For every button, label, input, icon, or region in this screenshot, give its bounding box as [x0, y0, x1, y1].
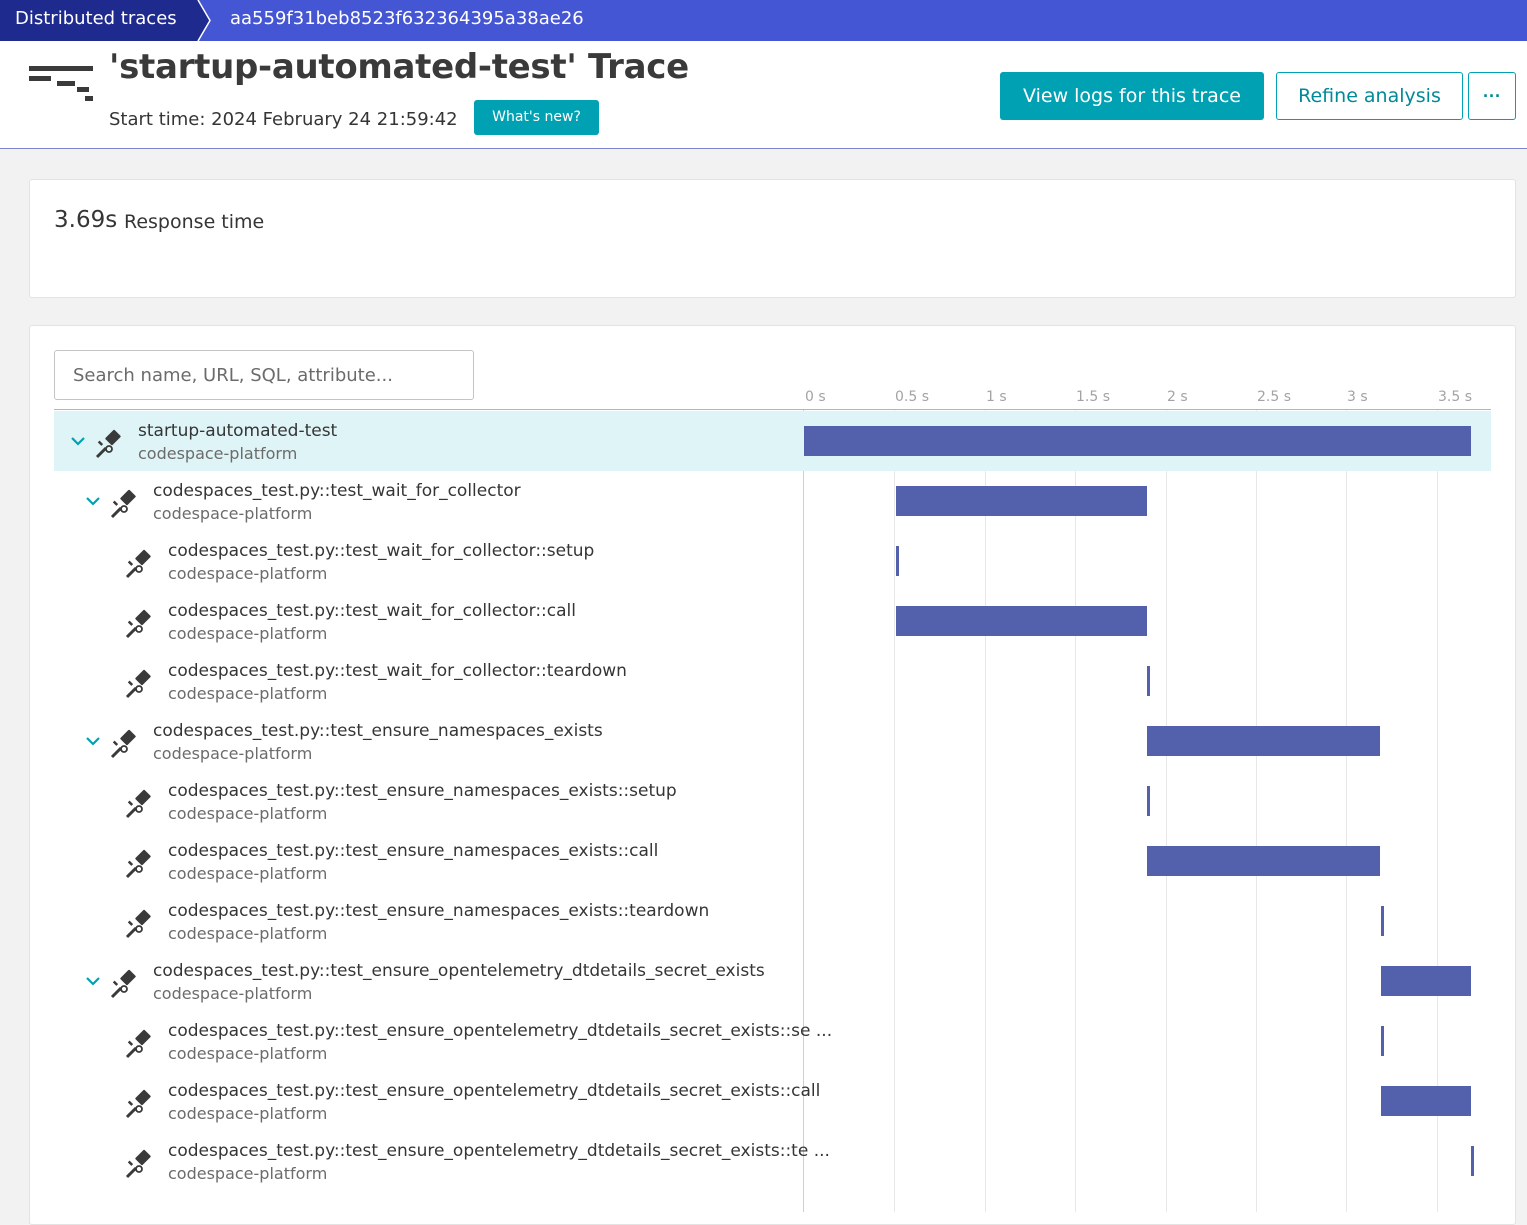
- span-duration-bar[interactable]: [804, 426, 1471, 456]
- span-duration-bar[interactable]: [1381, 966, 1471, 996]
- span-duration-bar[interactable]: [1147, 666, 1150, 696]
- span-duration-bar[interactable]: [896, 546, 899, 576]
- span-service-icon: [124, 908, 156, 940]
- span-row[interactable]: codespaces_test.py::test_ensure_opentele…: [54, 951, 1491, 1011]
- page-header: 'startup-automated-test' Trace Start tim…: [0, 41, 1527, 149]
- span-name: codespaces_test.py::test_ensure_opentele…: [168, 1141, 830, 1161]
- breadcrumb-item-distributed-traces[interactable]: Distributed traces: [0, 0, 211, 41]
- span-service: codespace-platform: [168, 1044, 328, 1063]
- span-service: codespace-platform: [153, 984, 313, 1003]
- span-duration-bar[interactable]: [896, 606, 1147, 636]
- span-row[interactable]: codespaces_test.py::test_ensure_namespac…: [54, 831, 1491, 891]
- span-service-icon: [109, 488, 141, 520]
- span-name: codespaces_test.py::test_ensure_namespac…: [168, 841, 659, 861]
- span-duration-bar[interactable]: [1147, 846, 1380, 876]
- span-service: codespace-platform: [153, 504, 313, 523]
- span-service: codespace-platform: [138, 444, 298, 463]
- whats-new-button[interactable]: What's new?: [474, 100, 599, 135]
- timeline-tick-label: 0.5 s: [895, 389, 930, 405]
- span-name: codespaces_test.py::test_wait_for_collec…: [168, 601, 576, 621]
- timeline-tick-label: 3.5 s: [1438, 389, 1473, 405]
- span-row[interactable]: codespaces_test.py::test_ensure_namespac…: [54, 711, 1491, 771]
- timeline-tick-label: 0 s: [805, 389, 826, 405]
- span-row[interactable]: startup-automated-test codespace-platform: [54, 411, 1491, 471]
- span-duration-bar[interactable]: [1147, 786, 1150, 816]
- span-row[interactable]: codespaces_test.py::test_ensure_namespac…: [54, 771, 1491, 831]
- search-input[interactable]: [54, 350, 474, 400]
- span-service: codespace-platform: [168, 1164, 328, 1183]
- span-row[interactable]: codespaces_test.py::test_wait_for_collec…: [54, 531, 1491, 591]
- span-service-icon: [109, 728, 141, 760]
- span-name: codespaces_test.py::test_ensure_namespac…: [153, 721, 603, 741]
- chevron-down-icon[interactable]: [84, 972, 102, 990]
- timeline-axis-line: [54, 409, 1491, 410]
- span-name: codespaces_test.py::test_ensure_opentele…: [168, 1021, 833, 1041]
- span-row[interactable]: codespaces_test.py::test_wait_for_collec…: [54, 471, 1491, 531]
- span-service-icon: [124, 1088, 156, 1120]
- more-options-button[interactable]: ···: [1468, 72, 1516, 120]
- span-service-icon: [109, 968, 141, 1000]
- span-service: codespace-platform: [168, 924, 328, 943]
- span-service-icon: [124, 608, 156, 640]
- span-service-icon: [124, 548, 156, 580]
- chevron-down-icon[interactable]: [84, 492, 102, 510]
- timeline-tick-label: 2.5 s: [1257, 389, 1292, 405]
- span-row[interactable]: codespaces_test.py::test_wait_for_collec…: [54, 651, 1491, 711]
- trace-waterfall-icon: [29, 66, 93, 101]
- span-name: codespaces_test.py::test_wait_for_collec…: [168, 541, 595, 561]
- span-name: startup-automated-test: [138, 421, 338, 441]
- chevron-down-icon[interactable]: [69, 432, 87, 450]
- span-service: codespace-platform: [168, 864, 328, 883]
- span-name: codespaces_test.py::test_wait_for_collec…: [168, 661, 627, 681]
- span-name: codespaces_test.py::test_ensure_opentele…: [153, 961, 765, 981]
- span-service-icon: [94, 428, 126, 460]
- start-time: Start time: 2024 February 24 21:59:42: [109, 109, 458, 130]
- span-row[interactable]: codespaces_test.py::test_ensure_opentele…: [54, 1011, 1491, 1071]
- timeline-tick-label: 1.5 s: [1076, 389, 1111, 405]
- span-service: codespace-platform: [168, 1104, 328, 1123]
- span-duration-bar[interactable]: [1381, 1086, 1471, 1116]
- span-duration-bar[interactable]: [896, 486, 1147, 516]
- chevron-down-icon[interactable]: [84, 732, 102, 750]
- span-row[interactable]: codespaces_test.py::test_ensure_opentele…: [54, 1071, 1491, 1131]
- breadcrumb-item-trace-id[interactable]: aa559f31beb8523f632364395a38ae26: [230, 0, 584, 37]
- span-service: codespace-platform: [168, 624, 328, 643]
- span-service-icon: [124, 668, 156, 700]
- span-name: codespaces_test.py::test_ensure_opentele…: [168, 1081, 821, 1101]
- span-service-icon: [124, 1028, 156, 1060]
- span-duration-bar[interactable]: [1147, 726, 1380, 756]
- response-time-panel: 3.69s Response time: [29, 179, 1516, 298]
- span-service: codespace-platform: [153, 744, 313, 763]
- response-time-label: Response time: [124, 211, 265, 233]
- span-name: codespaces_test.py::test_wait_for_collec…: [153, 481, 521, 501]
- span-duration-bar[interactable]: [1471, 1146, 1474, 1176]
- breadcrumb: Distributed traces aa559f31beb8523f63236…: [0, 0, 1527, 41]
- span-duration-bar[interactable]: [1381, 1026, 1384, 1056]
- refine-analysis-button[interactable]: Refine analysis: [1276, 72, 1463, 120]
- span-service-icon: [124, 1148, 156, 1180]
- response-time-value: 3.69s: [54, 207, 118, 233]
- span-service: codespace-platform: [168, 804, 328, 823]
- span-name: codespaces_test.py::test_ensure_namespac…: [168, 781, 677, 801]
- span-row[interactable]: codespaces_test.py::test_ensure_namespac…: [54, 891, 1491, 951]
- timeline-tick-label: 3 s: [1347, 389, 1368, 405]
- timeline-tick-label: 1 s: [986, 389, 1007, 405]
- span-service-icon: [124, 848, 156, 880]
- breadcrumb-label: Distributed traces: [15, 8, 177, 29]
- span-service: codespace-platform: [168, 684, 328, 703]
- span-row[interactable]: codespaces_test.py::test_wait_for_collec…: [54, 591, 1491, 651]
- span-service-icon: [124, 788, 156, 820]
- span-row[interactable]: codespaces_test.py::test_ensure_opentele…: [54, 1131, 1491, 1191]
- span-name: codespaces_test.py::test_ensure_namespac…: [168, 901, 710, 921]
- timeline-tick-label: 2 s: [1167, 389, 1188, 405]
- page-title: 'startup-automated-test' Trace: [109, 47, 689, 87]
- span-duration-bar[interactable]: [1381, 906, 1384, 936]
- span-service: codespace-platform: [168, 564, 328, 583]
- view-logs-button[interactable]: View logs for this trace: [1000, 72, 1264, 120]
